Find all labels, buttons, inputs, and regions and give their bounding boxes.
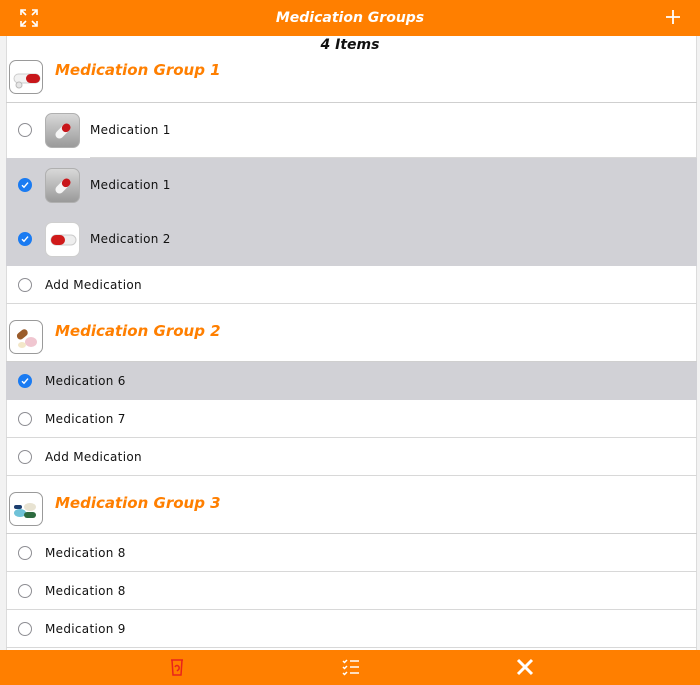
radio-button[interactable]: [18, 412, 32, 426]
medication-label: Medication 1: [90, 178, 171, 192]
radio-button[interactable]: [18, 546, 32, 560]
group-3-pills-icon: [9, 492, 43, 526]
group-title: Medication Group 3: [55, 494, 221, 512]
app-frame: Medication Groups 4 Items Medication Gro…: [0, 0, 700, 685]
group-2-pills-icon: [9, 320, 43, 354]
group-header-1[interactable]: Medication Group 1: [6, 55, 697, 103]
check-icon[interactable]: [18, 232, 32, 246]
group-1-pills-icon: [9, 60, 43, 94]
list-item[interactable]: Medication 6: [6, 362, 697, 400]
group-title: Medication Group 2: [55, 322, 221, 340]
medication-label: Medication 7: [45, 412, 126, 426]
medication-label: Medication 8: [45, 584, 126, 598]
add-medication-row[interactable]: Add Medication: [6, 438, 697, 476]
list-item[interactable]: Medication 2: [6, 212, 697, 266]
add-medication-row[interactable]: Add Medication: [6, 266, 697, 304]
medication-label: Medication 6: [45, 374, 126, 388]
list-item[interactable]: Medication 9: [6, 610, 697, 648]
top-bar: Medication Groups: [0, 0, 700, 36]
group-header-2[interactable]: Medication Group 2: [6, 304, 697, 362]
list-item[interactable]: Medication 1: [6, 158, 697, 212]
medication-label: Medication 8: [45, 546, 126, 560]
list-item[interactable]: Medication 8: [6, 572, 697, 610]
group-header-3[interactable]: Medication Group 3: [6, 476, 697, 534]
check-icon[interactable]: [18, 374, 32, 388]
page-title: Medication Groups: [275, 10, 425, 26]
red-capsule-icon: [45, 222, 80, 257]
radio-button[interactable]: [18, 123, 32, 137]
radio-button[interactable]: [18, 584, 32, 598]
radio-button[interactable]: [18, 278, 32, 292]
bottom-toolbar: [0, 650, 700, 685]
list-item[interactable]: Medication 7: [6, 400, 697, 438]
capsule-icon: [45, 168, 80, 203]
item-count: 4 Items: [320, 37, 380, 53]
medication-label: Medication 9: [45, 622, 126, 636]
medication-list: Medication Group 1 Medication 1 Medicati…: [6, 55, 697, 648]
add-medication-label: Add Medication: [45, 450, 142, 464]
close-icon[interactable]: [516, 658, 534, 680]
add-medication-label: Add Medication: [45, 278, 142, 292]
checklist-icon[interactable]: [342, 658, 360, 680]
medication-label: Medication 2: [90, 232, 171, 246]
check-icon[interactable]: [18, 178, 32, 192]
list-item[interactable]: Medication 8: [6, 534, 697, 572]
medication-label: Medication 1: [90, 123, 171, 137]
capsule-icon: [45, 113, 80, 148]
radio-button[interactable]: [18, 622, 32, 636]
trash-icon[interactable]: [170, 658, 184, 680]
list-item[interactable]: Medication 1: [6, 103, 697, 157]
radio-button[interactable]: [18, 450, 32, 464]
group-title: Medication Group 1: [55, 61, 221, 79]
plus-icon[interactable]: [663, 8, 683, 28]
